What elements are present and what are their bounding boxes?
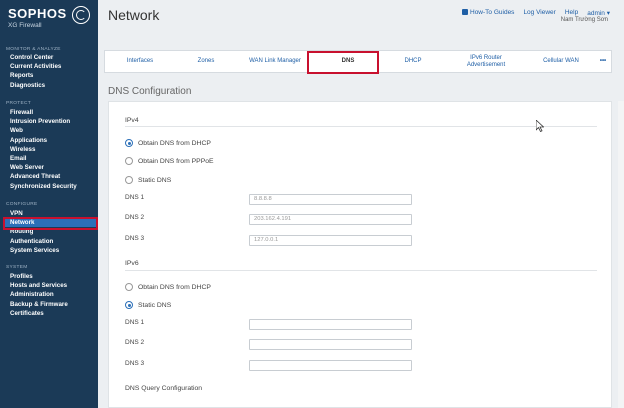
tab-ipv6-line2: Advertisement xyxy=(466,61,506,68)
page-title: Network xyxy=(108,7,160,23)
ipv6-dns1-label: DNS 1 xyxy=(125,319,145,326)
sidebar-item-hosts-services[interactable]: Hosts and Services xyxy=(6,281,98,290)
ipv4-dns1-input[interactable]: 8.8.8.8 xyxy=(249,194,412,205)
sophos-logo[interactable]: SOPHOS XG Firewall xyxy=(8,6,94,36)
radio-checked-icon xyxy=(125,139,133,147)
nav-monitor: Control Center Current Activities Report… xyxy=(6,53,98,90)
ipv6-dns3-label: DNS 3 xyxy=(125,360,145,367)
user-name: Nam Trường Sơn xyxy=(560,17,608,23)
nav-protect: Firewall Intrusion Prevention Web Applic… xyxy=(6,108,98,191)
sidebar-item-reports[interactable]: Reports xyxy=(6,71,98,80)
ipv6-dns2-input[interactable] xyxy=(249,339,412,350)
section-title-monitor: MONITOR & ANALYZE xyxy=(6,47,61,52)
sidebar-item-intrusion-prevention[interactable]: Intrusion Prevention xyxy=(6,117,98,126)
ipv6-dns2-label: DNS 2 xyxy=(125,339,145,346)
dns-config-panel: IPv4 Obtain DNS from DHCP Obtain DNS fro… xyxy=(108,101,612,408)
radio-checked-icon xyxy=(125,301,133,309)
ipv6-dns3-input[interactable] xyxy=(249,360,412,371)
section-title: DNS Configuration xyxy=(108,86,192,97)
sidebar-item-diagnostics[interactable]: Diagnostics xyxy=(6,81,98,90)
ipv4-dns3-input[interactable]: 127.0.0.1 xyxy=(249,235,412,246)
network-highlight-box xyxy=(3,217,98,230)
tab-wan-link-manager[interactable]: WAN Link Manager xyxy=(237,51,313,72)
sidebar-item-applications[interactable]: Applications xyxy=(6,136,98,145)
sidebar-item-backup-firmware[interactable]: Backup & Firmware xyxy=(6,300,98,309)
tab-cellular-wan[interactable]: Cellular WAN xyxy=(529,51,593,72)
ipv6-option-dhcp[interactable]: Obtain DNS from DHCP xyxy=(125,283,211,291)
radio-icon xyxy=(125,176,133,184)
mouse-cursor-icon xyxy=(536,120,544,132)
section-title-protect: PROTECT xyxy=(6,101,32,106)
ipv4-dns1-label: DNS 1 xyxy=(125,194,145,201)
admin-menu[interactable]: admin ▾ xyxy=(587,9,610,17)
tab-ipv6-router-advertisement[interactable]: IPv6 Router Advertisement xyxy=(443,51,529,72)
sidebar-item-current-activities[interactable]: Current Activities xyxy=(6,62,98,71)
tab-zones[interactable]: Zones xyxy=(175,51,237,72)
nav-configure: VPN Network Routing Authentication Syste… xyxy=(4,209,98,255)
how-to-guides-link[interactable]: How-To Guides xyxy=(462,9,514,17)
sidebar-item-control-center[interactable]: Control Center xyxy=(6,53,98,62)
nav-system: Profiles Hosts and Services Administrati… xyxy=(6,272,98,318)
ipv4-option-dhcp[interactable]: Obtain DNS from DHCP xyxy=(125,139,211,147)
sidebar-item-web-server[interactable]: Web Server xyxy=(6,163,98,172)
ipv4-dns3-label: DNS 3 xyxy=(125,235,145,242)
sidebar-item-email[interactable]: Email xyxy=(6,154,98,163)
ipv6-dns1-input[interactable] xyxy=(249,319,412,330)
ipv6-divider xyxy=(125,270,597,271)
sidebar-item-certificates[interactable]: Certificates xyxy=(6,309,98,318)
dns-tab-highlight-box xyxy=(307,51,379,74)
more-tabs-button[interactable]: ••• xyxy=(593,51,613,72)
ipv4-option-pppoe[interactable]: Obtain DNS from PPPoE xyxy=(125,157,214,165)
sidebar-item-authentication[interactable]: Authentication xyxy=(6,237,98,246)
sidebar-item-synchronized-security[interactable]: Synchronized Security xyxy=(6,182,98,191)
sidebar-item-advanced-threat[interactable]: Advanced Threat xyxy=(6,172,98,181)
ipv6-heading: IPv6 xyxy=(125,260,139,267)
ipv4-dns2-input[interactable]: 203.162.4.191 xyxy=(249,214,412,225)
sidebar-item-wireless[interactable]: Wireless xyxy=(6,145,98,154)
radio-icon xyxy=(125,157,133,165)
ipv4-dns2-label: DNS 2 xyxy=(125,214,145,221)
ipv4-divider xyxy=(125,126,597,127)
radio-icon xyxy=(125,283,133,291)
sidebar-item-web[interactable]: Web xyxy=(6,126,98,135)
scrollbar[interactable] xyxy=(618,101,624,408)
ipv6-option-static[interactable]: Static DNS xyxy=(125,301,171,309)
book-icon xyxy=(462,9,468,15)
sidebar-item-profiles[interactable]: Profiles xyxy=(6,272,98,281)
help-link[interactable]: Help xyxy=(565,9,578,17)
sidebar: SOPHOS XG Firewall MONITOR & ANALYZE Con… xyxy=(0,0,98,408)
section-title-system: SYSTEM xyxy=(6,265,28,270)
section-title-configure: CONFIGURE xyxy=(6,202,38,207)
top-links: How-To Guides Log Viewer Help admin ▾ xyxy=(462,9,610,17)
sidebar-item-system-services[interactable]: System Services xyxy=(6,246,98,255)
tab-interfaces[interactable]: Interfaces xyxy=(105,51,175,72)
sidebar-item-administration[interactable]: Administration xyxy=(6,290,98,299)
sophos-logo-icon xyxy=(72,6,90,24)
dns-query-config-heading: DNS Query Configuration xyxy=(125,385,203,392)
tab-dhcp[interactable]: DHCP xyxy=(383,51,443,72)
sidebar-item-firewall[interactable]: Firewall xyxy=(6,108,98,117)
main-area: Network How-To Guides Log Viewer Help ad… xyxy=(98,0,624,408)
log-viewer-link[interactable]: Log Viewer xyxy=(523,9,555,17)
ipv4-option-static[interactable]: Static DNS xyxy=(125,176,171,184)
ipv4-heading: IPv4 xyxy=(125,117,139,124)
